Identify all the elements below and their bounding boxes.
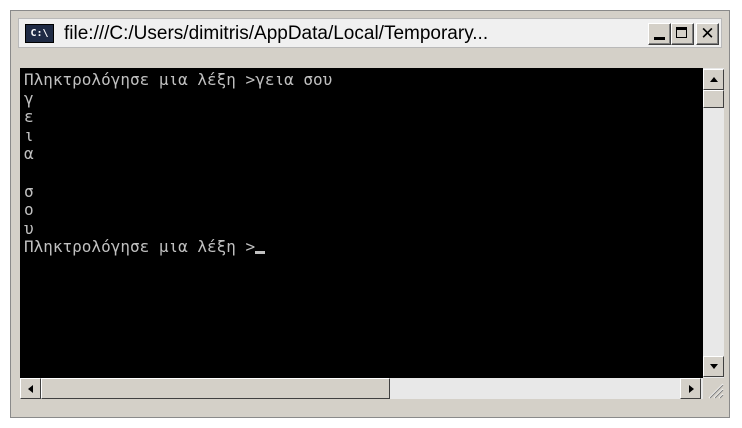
- minimize-icon: [654, 37, 665, 40]
- resize-grip[interactable]: [703, 378, 724, 399]
- console-line: γ: [24, 88, 34, 108]
- console-line: Πληκτρολόγησε μια λέξη >γεια σου: [24, 70, 333, 89]
- console-icon[interactable]: C:\: [25, 24, 54, 43]
- scroll-right-button[interactable]: [680, 378, 701, 399]
- close-button[interactable]: ✕: [696, 23, 719, 45]
- console-line: υ: [24, 218, 34, 238]
- console-line: σ: [24, 181, 34, 201]
- scroll-left-arrow-icon: [28, 385, 33, 393]
- console-window: C:\ file:///C:/Users/dimitris/AppData/Lo…: [10, 10, 730, 418]
- scroll-down-arrow-icon: [710, 364, 718, 369]
- horizontal-scrollbar[interactable]: [20, 378, 703, 399]
- scroll-up-button[interactable]: [703, 69, 724, 90]
- console-output[interactable]: Πληκτρολόγησε μια λέξη >γεια σου γ ε ι α…: [20, 68, 703, 378]
- maximize-icon: [676, 27, 687, 38]
- title-bar[interactable]: C:\ file:///C:/Users/dimitris/AppData/Lo…: [18, 18, 722, 48]
- window-title: file:///C:/Users/dimitris/AppData/Local/…: [64, 23, 489, 44]
- text-cursor: [255, 251, 266, 255]
- resize-grip-icon: [708, 383, 724, 399]
- scroll-up-arrow-icon: [710, 77, 718, 82]
- console-line: ι: [24, 125, 34, 145]
- scroll-right-arrow-icon: [689, 385, 694, 393]
- console-line: ο: [24, 200, 34, 220]
- vertical-scroll-thumb[interactable]: [703, 90, 724, 108]
- vertical-scrollbar[interactable]: [703, 68, 724, 378]
- minimize-button[interactable]: [648, 23, 671, 45]
- horizontal-scroll-thumb[interactable]: [41, 378, 390, 399]
- scroll-down-button[interactable]: [703, 356, 724, 377]
- maximize-button[interactable]: [671, 23, 694, 45]
- scroll-left-button[interactable]: [20, 378, 41, 399]
- console-prompt: Πληκτρολόγησε μια λέξη >: [24, 237, 256, 257]
- console-line: α: [24, 144, 34, 164]
- console-line: ε: [24, 107, 34, 127]
- close-icon: ✕: [700, 24, 715, 44]
